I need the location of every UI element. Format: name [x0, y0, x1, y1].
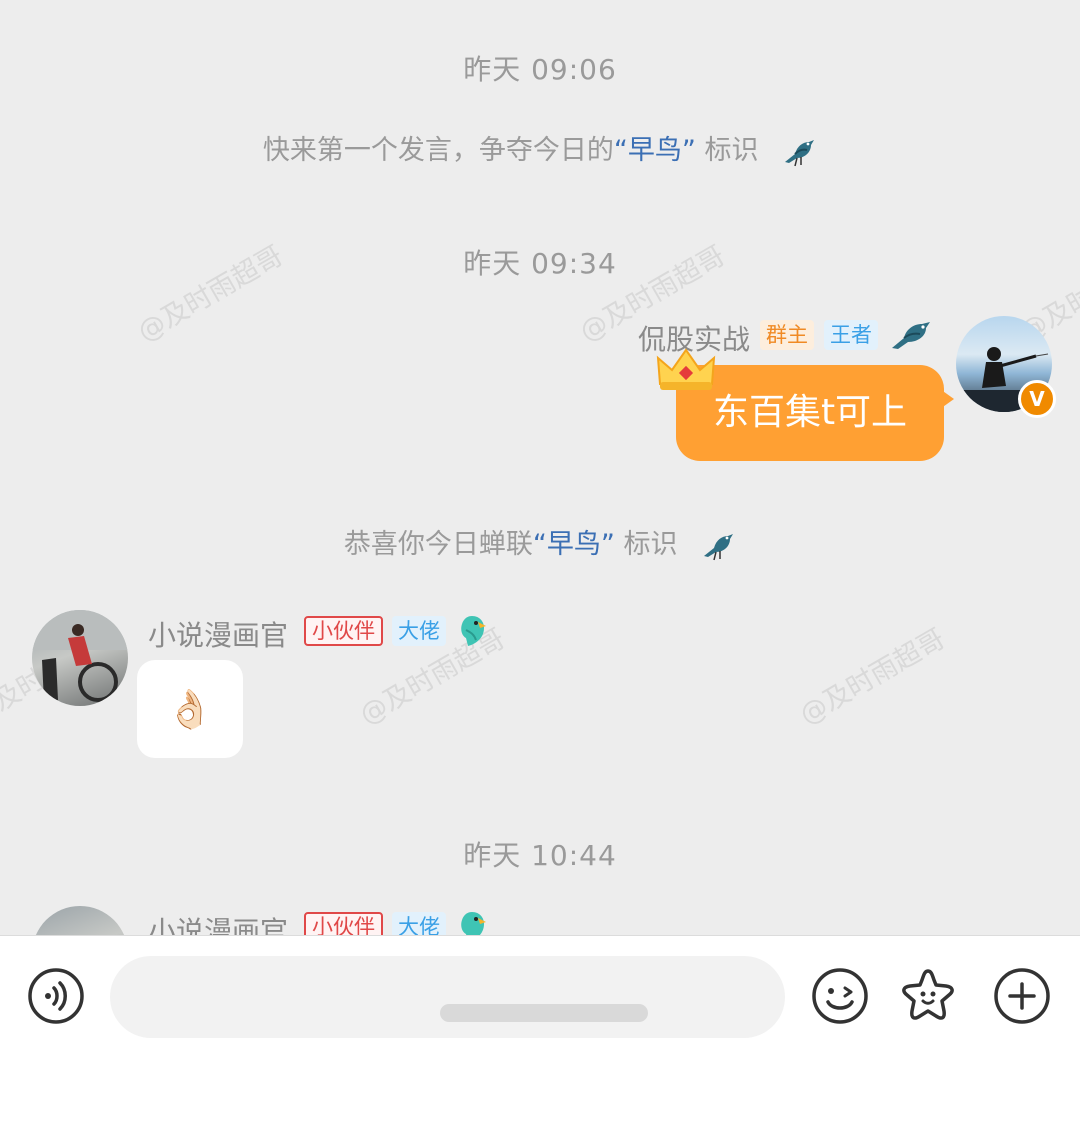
- parrot-icon: [461, 616, 486, 646]
- emoji-icon[interactable]: [810, 966, 870, 1026]
- rank-badge: 王者: [824, 320, 878, 350]
- owner-badge: 群主: [760, 320, 814, 350]
- bird-icon: [785, 139, 815, 166]
- watermark: @及时雨超哥: [794, 623, 951, 732]
- early-bird-label: 早鸟: [546, 529, 601, 560]
- rank-badge: 大佬: [392, 616, 446, 646]
- system-message: 快来第一个发言，争夺今日的“早鸟” 标识: [0, 128, 1080, 168]
- partner-badge: 小伙伴: [304, 912, 383, 935]
- system-message: 恭喜你今日蝉联“早鸟” 标识: [0, 522, 1080, 562]
- bird-icon: [704, 533, 734, 560]
- timestamp: 昨天 10:44: [463, 839, 617, 872]
- verified-badge-icon: V: [1018, 380, 1056, 418]
- partner-badge: 小伙伴: [304, 616, 383, 646]
- user-avatar[interactable]: [32, 610, 128, 706]
- star-sticker-icon[interactable]: [898, 966, 958, 1026]
- parrot-icon: [461, 912, 486, 935]
- plus-icon[interactable]: [992, 966, 1052, 1026]
- message-input[interactable]: [110, 956, 785, 1038]
- input-bar: [0, 935, 1080, 1141]
- bird-icon: [892, 322, 930, 349]
- sender-name: 小说漫画官: [148, 619, 289, 652]
- message-bubble[interactable]: 👌🏻: [137, 660, 243, 758]
- ok-hand-emoji: 👌🏻: [166, 687, 214, 731]
- early-bird-label: 早鸟: [627, 135, 682, 166]
- timestamp: 昨天 09:34: [463, 247, 617, 280]
- rank-badge: 大佬: [392, 912, 446, 935]
- crown-icon: [656, 348, 716, 390]
- home-indicator: [440, 1004, 648, 1022]
- cyclist-photo: [32, 610, 128, 702]
- sender-name: 小说漫画官: [148, 915, 289, 935]
- chat-area[interactable]: @及时雨超哥 @及时雨超哥 @及时雨超哥 @及时雨超哥 @及时雨超哥 @及时雨超…: [0, 0, 1080, 935]
- user-avatar[interactable]: [32, 906, 128, 935]
- timestamp: 昨天 09:06: [463, 53, 617, 86]
- voice-icon[interactable]: [26, 966, 86, 1026]
